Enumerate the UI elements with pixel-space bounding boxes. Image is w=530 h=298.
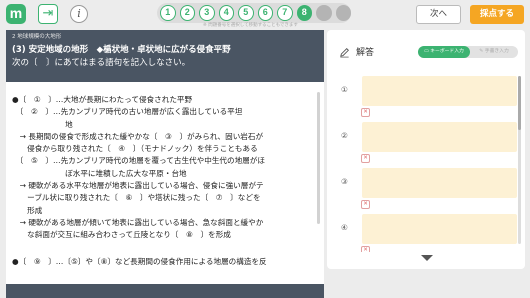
answer-row: ④ ✕: [327, 214, 525, 252]
question-scrollbar[interactable]: [317, 92, 320, 224]
step-10[interactable]: [335, 5, 351, 21]
question-line: ぼ水平に堆積した広大な平原・台地: [12, 168, 187, 178]
question-footer-bar: [6, 284, 324, 298]
question-footer: ●〔 ⑨ 〕…〔⑤〕や〔⑧〕など長期間の侵食作用による地層の構造を反: [6, 252, 324, 298]
answer-panel: 解答 ▭ キーボード入力 ✎ 手書き入力 ① ✕ ② ✕ ③ ✕ ④ ✕: [327, 30, 525, 269]
answer-row: ③ ✕: [327, 168, 525, 209]
answer-input[interactable]: [362, 214, 517, 244]
question-instruction: 次の〔 〕にあてはまる語句を記入しなさい。: [12, 58, 191, 68]
question-line: → 硬軟がある地層が傾いて地表に露出している場合、急な斜面と緩やか: [12, 217, 264, 227]
step-9[interactable]: [316, 5, 332, 21]
question-line: な斜面が交互に組み合わさって丘陵となり〔 ⑧ 〕を形成: [12, 230, 231, 240]
clear-answer-icon[interactable]: ✕: [361, 154, 370, 163]
answer-row: ② ✕: [327, 122, 525, 163]
handwriting-input-option[interactable]: ✎ 手書き入力: [470, 46, 518, 58]
step-2[interactable]: 2: [179, 5, 195, 21]
clear-answer-icon[interactable]: ✕: [361, 108, 370, 117]
answer-number: ④: [341, 223, 348, 232]
step-5[interactable]: 5: [238, 5, 254, 21]
input-mode-toggle[interactable]: ▭ キーボード入力 ✎ 手書き入力: [418, 46, 518, 58]
keyboard-input-option[interactable]: ▭ キーボード入力: [418, 46, 470, 58]
top-bar: m ⇥ i 12345678 ※ 問題番号を選択して移動することもできます 次へ…: [0, 0, 530, 28]
scroll-down-arrow-icon[interactable]: [421, 255, 433, 261]
answer-scrollbar-thumb[interactable]: [518, 76, 521, 130]
question-line: → 長期間の侵食で形成された緩やかな〔 ③ 〕がみられ、固い岩石が: [12, 131, 264, 141]
question-header: 2 地球規模の大地形 (3) 安定地域の地形 ◆楯状地・卓状地に広がる侵食平野 …: [6, 30, 324, 82]
question-line: 地: [12, 119, 73, 129]
question-line: ーブル状に取り残された〔 ⑥ 〕や塔状に残った〔 ⑦ 〕などを: [12, 193, 261, 203]
question-line: 〔 ⑤ 〕…先カンブリア時代の地層を覆って古生代や中生代の地層がほ: [12, 156, 265, 166]
question-step-navigator: 12345678: [157, 3, 351, 23]
question-line: 形成: [12, 205, 43, 215]
answer-row: ① ✕: [327, 76, 525, 117]
info-button[interactable]: i: [70, 5, 88, 23]
step-3[interactable]: 3: [199, 5, 215, 21]
step-4[interactable]: 4: [218, 5, 234, 21]
score-button[interactable]: 採点する: [470, 5, 524, 24]
answer-number: ③: [341, 177, 348, 186]
answer-input[interactable]: [362, 122, 517, 152]
clear-answer-icon[interactable]: ✕: [361, 246, 370, 252]
answer-input[interactable]: [362, 168, 517, 198]
step-6[interactable]: 6: [257, 5, 273, 21]
exit-button[interactable]: ⇥: [38, 4, 58, 24]
app-logo: m: [6, 4, 26, 24]
question-line: 侵食から取り残された〔 ④ 〕（モナドノック）を伴うこともある: [12, 144, 258, 154]
step-8[interactable]: 8: [296, 5, 312, 21]
step-1[interactable]: 1: [160, 5, 176, 21]
question-footer-line: ●〔 ⑨ 〕…〔⑤〕や〔⑧〕など長期間の侵食作用による地層の構造を反: [12, 257, 267, 266]
question-panel: 2 地球規模の大地形 (3) 安定地域の地形 ◆楯状地・卓状地に広がる侵食平野 …: [6, 30, 324, 298]
question-section: 2 地球規模の大地形: [12, 34, 62, 40]
step-7[interactable]: 7: [277, 5, 293, 21]
step-navigator-note: ※ 問題番号を選択して移動することもできます: [203, 23, 298, 28]
answer-list: ① ✕ ② ✕ ③ ✕ ④ ✕: [327, 76, 525, 252]
next-button[interactable]: 次へ: [416, 5, 461, 24]
question-line: 〔 ② 〕…先カンブリア時代の古い地層が広く露出している平坦: [12, 107, 243, 117]
question-line: ●〔 ① 〕…大地が長期にわたって侵食された平野: [12, 95, 193, 104]
answer-number: ①: [341, 85, 348, 94]
question-title: (3) 安定地域の地形 ◆楯状地・卓状地に広がる侵食平野: [12, 45, 231, 55]
pencil-icon: [340, 48, 349, 58]
answer-number: ②: [341, 131, 348, 140]
answer-scrollbar[interactable]: [518, 76, 521, 244]
answer-input[interactable]: [362, 76, 517, 106]
answer-title: 解答: [356, 48, 375, 58]
question-line: → 硬軟がある水平な地層が地表に露出している場合、侵食に強い層がテ: [12, 181, 264, 191]
clear-answer-icon[interactable]: ✕: [361, 200, 370, 209]
